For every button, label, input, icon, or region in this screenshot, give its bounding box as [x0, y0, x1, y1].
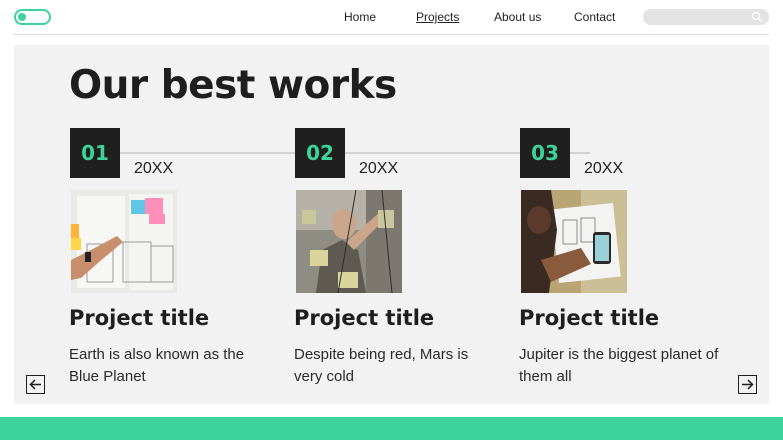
nav-home[interactable]: Home — [344, 10, 376, 24]
project-title: Project title — [69, 306, 210, 330]
theme-toggle[interactable] — [14, 9, 51, 25]
page-title: Our best works — [69, 63, 397, 108]
project-number: 03 — [520, 128, 570, 178]
project-year: 20XX — [359, 160, 399, 177]
project-card[interactable]: 03 20XX Project title Jupiter is the big… — [519, 128, 720, 388]
arrow-right-icon — [742, 379, 754, 390]
search-input[interactable] — [643, 9, 769, 25]
footer-accent-band — [0, 417, 783, 440]
top-navigation: Home Projects About us Contact — [0, 0, 783, 34]
search-icon — [751, 11, 762, 22]
project-card[interactable]: 01 20XX Project title Earth is also know… — [69, 128, 270, 388]
divider — [14, 34, 769, 35]
nav-about-us[interactable]: About us — [494, 10, 541, 24]
project-number: 02 — [295, 128, 345, 178]
nav-contact[interactable]: Contact — [574, 10, 615, 24]
project-description: Jupiter is the biggest planet of them al… — [519, 346, 719, 385]
project-image — [521, 190, 627, 293]
toggle-knob — [18, 13, 26, 21]
nav-projects[interactable]: Projects — [416, 10, 459, 24]
next-button[interactable] — [738, 375, 757, 394]
projects-panel: Our best works 01 20XX Project title Ear… — [14, 45, 769, 404]
project-image — [71, 190, 177, 293]
project-year: 20XX — [134, 160, 174, 177]
arrow-left-icon — [29, 379, 41, 390]
project-title: Project title — [294, 306, 435, 330]
project-description: Earth is also known as the Blue Planet — [69, 346, 245, 385]
project-card[interactable]: 02 20XX Project title Despite being red,… — [294, 128, 495, 388]
project-year: 20XX — [584, 160, 624, 177]
previous-button[interactable] — [26, 375, 45, 394]
project-title: Project title — [519, 306, 660, 330]
project-number: 01 — [70, 128, 120, 178]
project-image — [296, 190, 402, 293]
project-description: Despite being red, Mars is very cold — [294, 346, 469, 385]
